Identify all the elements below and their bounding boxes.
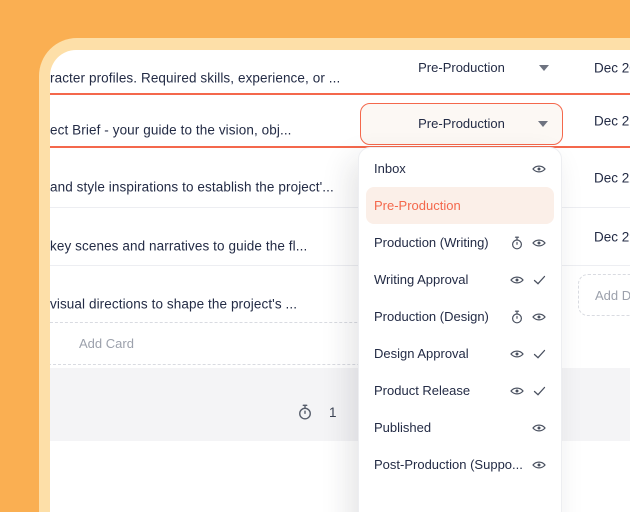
- due-date[interactable]: Dec 29: [594, 229, 630, 244]
- stopwatch-icon: [298, 404, 312, 420]
- eye-icon: [532, 164, 546, 174]
- card-title: visual directions to shape the project's…: [50, 297, 297, 312]
- check-icon: [533, 349, 546, 359]
- stopwatch-icon: [511, 236, 523, 250]
- dropdown-item-production-design[interactable]: Production (Design): [366, 298, 554, 335]
- add-card-button[interactable]: Add Card: [50, 322, 395, 365]
- eye-icon: [532, 460, 546, 470]
- dropdown-item-pre-production[interactable]: Pre-Production: [366, 187, 554, 224]
- dropdown-item-published[interactable]: Published: [366, 409, 554, 446]
- eye-icon: [510, 275, 524, 285]
- due-date[interactable]: Dec 20: [594, 60, 630, 75]
- stopwatch-icon: [511, 310, 523, 324]
- status-dropdown-trigger-open[interactable]: Pre-Production: [360, 103, 563, 145]
- status-dropdown-menu: Inbox Pre-Production Production (Writing…: [358, 147, 562, 512]
- card-title: racter profiles. Required skills, experi…: [50, 70, 340, 85]
- due-date[interactable]: Dec 26: [594, 113, 630, 128]
- eye-icon: [532, 423, 546, 433]
- card-title: and style inspirations to establish the …: [50, 179, 334, 194]
- dropdown-item-post-production-support[interactable]: Post-Production (Suppo...: [366, 446, 554, 483]
- check-icon: [533, 275, 546, 285]
- card-title: key scenes and narratives to guide the f…: [50, 238, 307, 253]
- timer-count: 1: [329, 405, 337, 420]
- eye-icon: [532, 312, 546, 322]
- eye-icon: [510, 386, 524, 396]
- dropdown-item-product-release[interactable]: Product Release: [366, 372, 554, 409]
- eye-icon: [510, 349, 524, 359]
- due-date[interactable]: Dec 22: [594, 170, 630, 185]
- card-title: ect Brief - your guide to the vision, ob…: [50, 122, 292, 137]
- status-dropdown-trigger[interactable]: Pre-Production: [360, 50, 563, 89]
- table-row-selected: ect Brief - your guide to the vision, ob…: [50, 93, 630, 148]
- dropdown-item-design-approval[interactable]: Design Approval: [366, 335, 554, 372]
- dropdown-item-inbox[interactable]: Inbox: [366, 150, 554, 187]
- chevron-down-icon: [538, 121, 548, 127]
- table-row: racter profiles. Required skills, experi…: [50, 50, 630, 93]
- eye-icon: [532, 238, 546, 248]
- check-icon: [533, 386, 546, 396]
- app-window: racter profiles. Required skills, experi…: [50, 50, 630, 512]
- dropdown-item-production-writing[interactable]: Production (Writing): [366, 224, 554, 261]
- timer-summary: 1: [298, 404, 337, 420]
- chevron-down-icon: [539, 65, 549, 71]
- add-due-date-button[interactable]: Add D: [578, 274, 630, 316]
- dropdown-item-writing-approval[interactable]: Writing Approval: [366, 261, 554, 298]
